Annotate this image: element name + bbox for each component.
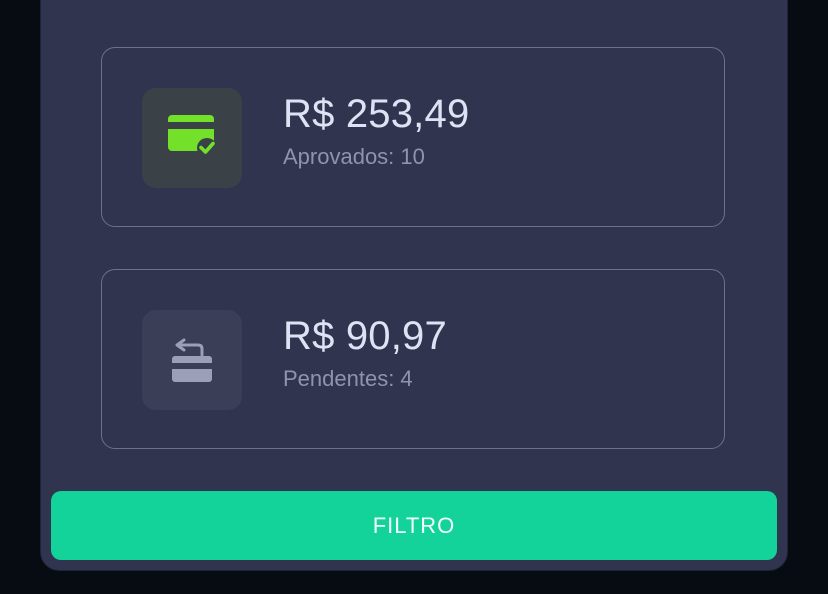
approved-amount: R$ 253,49 [283,92,470,136]
card-return-icon [170,331,214,390]
credit-card-check-icon [166,112,218,165]
approved-count-label: Aprovados: 10 [283,144,425,169]
approved-summary-card: R$ 253,49 Aprovados: 10 [101,47,725,227]
pending-icon-container [142,310,242,410]
pending-amount: R$ 90,97 [283,314,447,358]
pending-count-label: Pendentes: 4 [283,366,413,391]
filter-button[interactable]: FILTRO [51,491,777,560]
approved-icon-container [142,88,242,188]
pending-summary-card: R$ 90,97 Pendentes: 4 [101,269,725,449]
